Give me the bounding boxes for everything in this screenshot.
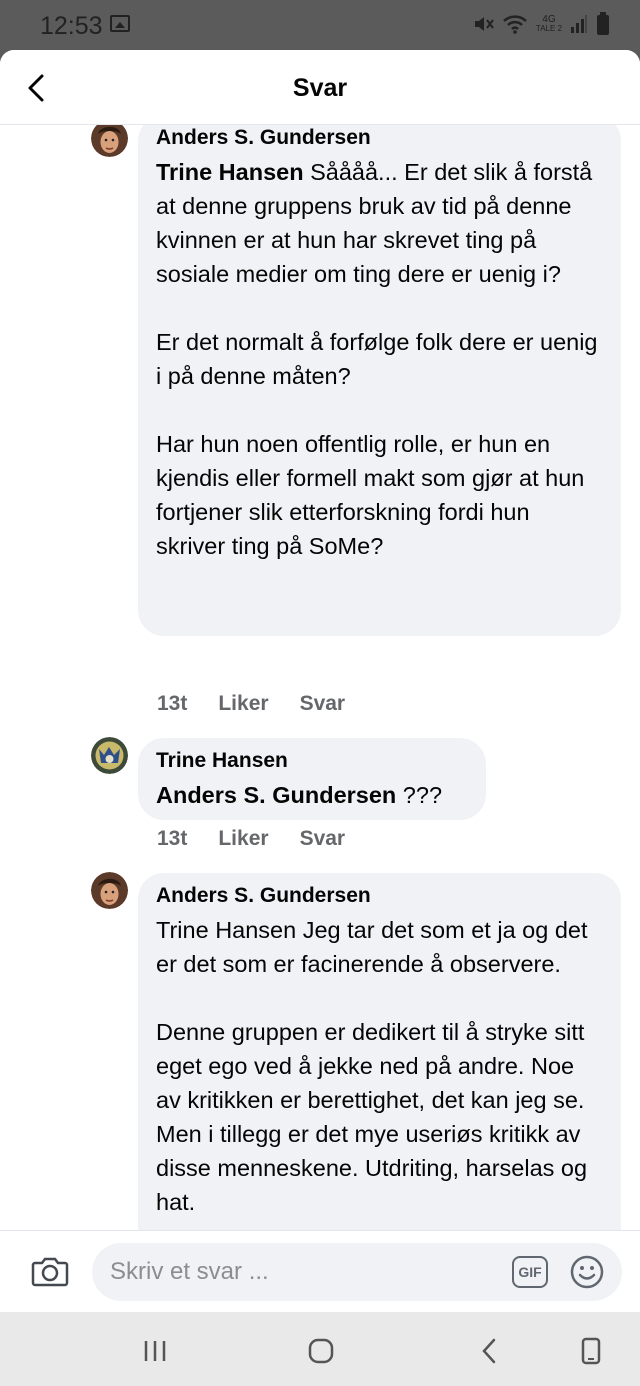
comment-bubble: Trine Hansen Anders S. Gundersen ??? <box>138 738 486 820</box>
network-sub: TALE 2 <box>535 24 562 33</box>
page-title: Svar <box>292 74 348 102</box>
gif-button[interactable]: GIF <box>512 1256 548 1288</box>
home-icon <box>308 1338 334 1364</box>
camera-button[interactable] <box>30 1251 70 1291</box>
comment-body: Såååå... Er det slik å forstå at denne g… <box>156 159 598 559</box>
rotate-icon <box>581 1337 601 1365</box>
comment-bubble: Anders S. Gundersen Trine Hansen Jeg tar… <box>138 873 621 1230</box>
comment-actions: 13t Liker Svar <box>157 827 345 851</box>
network-label: 4G TALE 2 <box>535 14 562 34</box>
signal-icon <box>571 15 587 33</box>
comment-body: ??? <box>396 782 443 808</box>
avatar[interactable] <box>91 872 128 909</box>
home-button[interactable] <box>301 1334 341 1368</box>
status-time: 12:53 <box>40 12 103 40</box>
battery-icon <box>597 12 609 35</box>
mention-link[interactable]: Trine Hansen <box>156 159 304 185</box>
replies-sheet: Svar Anders S. Gundersen Trine Hansen Så… <box>0 50 640 1312</box>
mention-link[interactable]: Anders S. Gundersen <box>156 782 396 808</box>
like-button[interactable]: Liker <box>218 827 268 851</box>
network-type: 4G <box>542 14 556 25</box>
emoji-button[interactable] <box>569 1254 605 1290</box>
mute-icon <box>474 17 494 31</box>
comment-author[interactable]: Anders S. Gundersen <box>156 883 603 909</box>
reply-button[interactable]: Svar <box>300 827 346 851</box>
avatar[interactable] <box>91 125 128 157</box>
comment-text: Anders S. Gundersen ??? <box>156 778 468 812</box>
back-icon <box>482 1338 496 1364</box>
system-back-button[interactable] <box>469 1334 509 1368</box>
comment-author[interactable]: Anders S. Gundersen <box>156 125 603 151</box>
system-nav-bar <box>0 1312 640 1386</box>
reply-button[interactable]: Svar <box>300 692 346 716</box>
rotate-button[interactable] <box>571 1334 611 1368</box>
comment-time[interactable]: 13t <box>157 692 187 716</box>
reply-input-container: GIF <box>92 1243 622 1301</box>
recent-apps-icon <box>144 1341 166 1361</box>
comment-bubble: Anders S. Gundersen Trine Hansen Såååå..… <box>138 125 621 636</box>
comment-thread[interactable]: Anders S. Gundersen Trine Hansen Såååå..… <box>0 125 640 1230</box>
reply-input[interactable] <box>110 1243 490 1301</box>
gallery-icon <box>110 15 130 32</box>
avatar[interactable] <box>91 737 128 774</box>
smiley-icon <box>570 1255 604 1289</box>
comment-author[interactable]: Trine Hansen <box>156 748 468 774</box>
reply-composer: GIF <box>0 1230 640 1312</box>
comment-actions: 13t Liker Svar <box>157 692 345 716</box>
comment-text: Trine Hansen Såååå... Er det slik å fors… <box>156 155 603 563</box>
status-icons: 4G TALE 2 <box>472 12 610 36</box>
status-bar: 12:53 4G TALE 2 <box>0 0 640 50</box>
comment-text: Trine Hansen Jeg tar det som et ja og de… <box>156 917 588 1215</box>
camera-icon <box>31 1257 69 1287</box>
recent-apps-button[interactable] <box>135 1334 175 1368</box>
header: Svar <box>0 50 640 125</box>
wifi-icon <box>503 15 527 34</box>
like-button[interactable]: Liker <box>218 692 268 716</box>
comment-time[interactable]: 13t <box>157 827 187 851</box>
